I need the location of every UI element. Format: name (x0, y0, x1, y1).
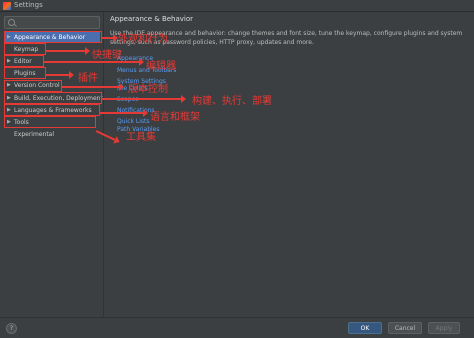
annotation-arrow (46, 47, 90, 55)
annotation-arrow (46, 71, 74, 79)
ok-button[interactable]: OK (348, 322, 382, 334)
page-title: Appearance & Behavior (110, 15, 194, 23)
dialog-button-bar: ? OK Cancel Apply (0, 317, 474, 338)
annotation-arrow (44, 58, 144, 66)
annotation-box-editor (4, 55, 44, 67)
window-title: Settings (14, 1, 43, 9)
annotation-label-build: 构建、执行、部署 (192, 96, 272, 107)
title-bar: Settings (0, 0, 474, 12)
annotation-arrow (100, 109, 148, 117)
annotation-label-editor: 编辑器 (146, 61, 176, 72)
annotation-label-plugins: 插件 (78, 73, 98, 84)
annotation-box-appearance (4, 31, 102, 43)
search-icon (8, 19, 15, 26)
sidebar-item-label: Experimental (14, 131, 55, 138)
annotation-label-languages: 语言和框架 (150, 112, 200, 123)
app-logo-icon (3, 2, 11, 10)
cancel-button[interactable]: Cancel (388, 322, 422, 334)
annotation-label-keymap: 快捷键 (92, 50, 122, 61)
annotation-label-appearance: 外观和行为 (118, 34, 168, 45)
annotation-box-plugins (4, 67, 46, 79)
sidebar-item-experimental[interactable]: Experimental (4, 129, 100, 140)
link-quick-lists[interactable]: Quick Lists (117, 118, 150, 125)
annotation-box-languages (4, 104, 100, 116)
annotation-box-version-control (4, 80, 62, 92)
annotation-arrow (102, 34, 118, 42)
apply-button[interactable]: Apply (428, 322, 460, 334)
annotation-box-build (4, 92, 102, 104)
annotation-label-tools: 工具集 (126, 132, 156, 143)
annotation-arrow (62, 83, 124, 91)
annotation-label-version-control: 版本控制 (128, 84, 168, 95)
settings-search-input[interactable] (4, 16, 100, 29)
help-button[interactable]: ? (6, 323, 17, 334)
annotation-arrow (102, 95, 186, 103)
annotation-box-keymap (4, 43, 46, 55)
annotation-box-tools (4, 116, 96, 128)
